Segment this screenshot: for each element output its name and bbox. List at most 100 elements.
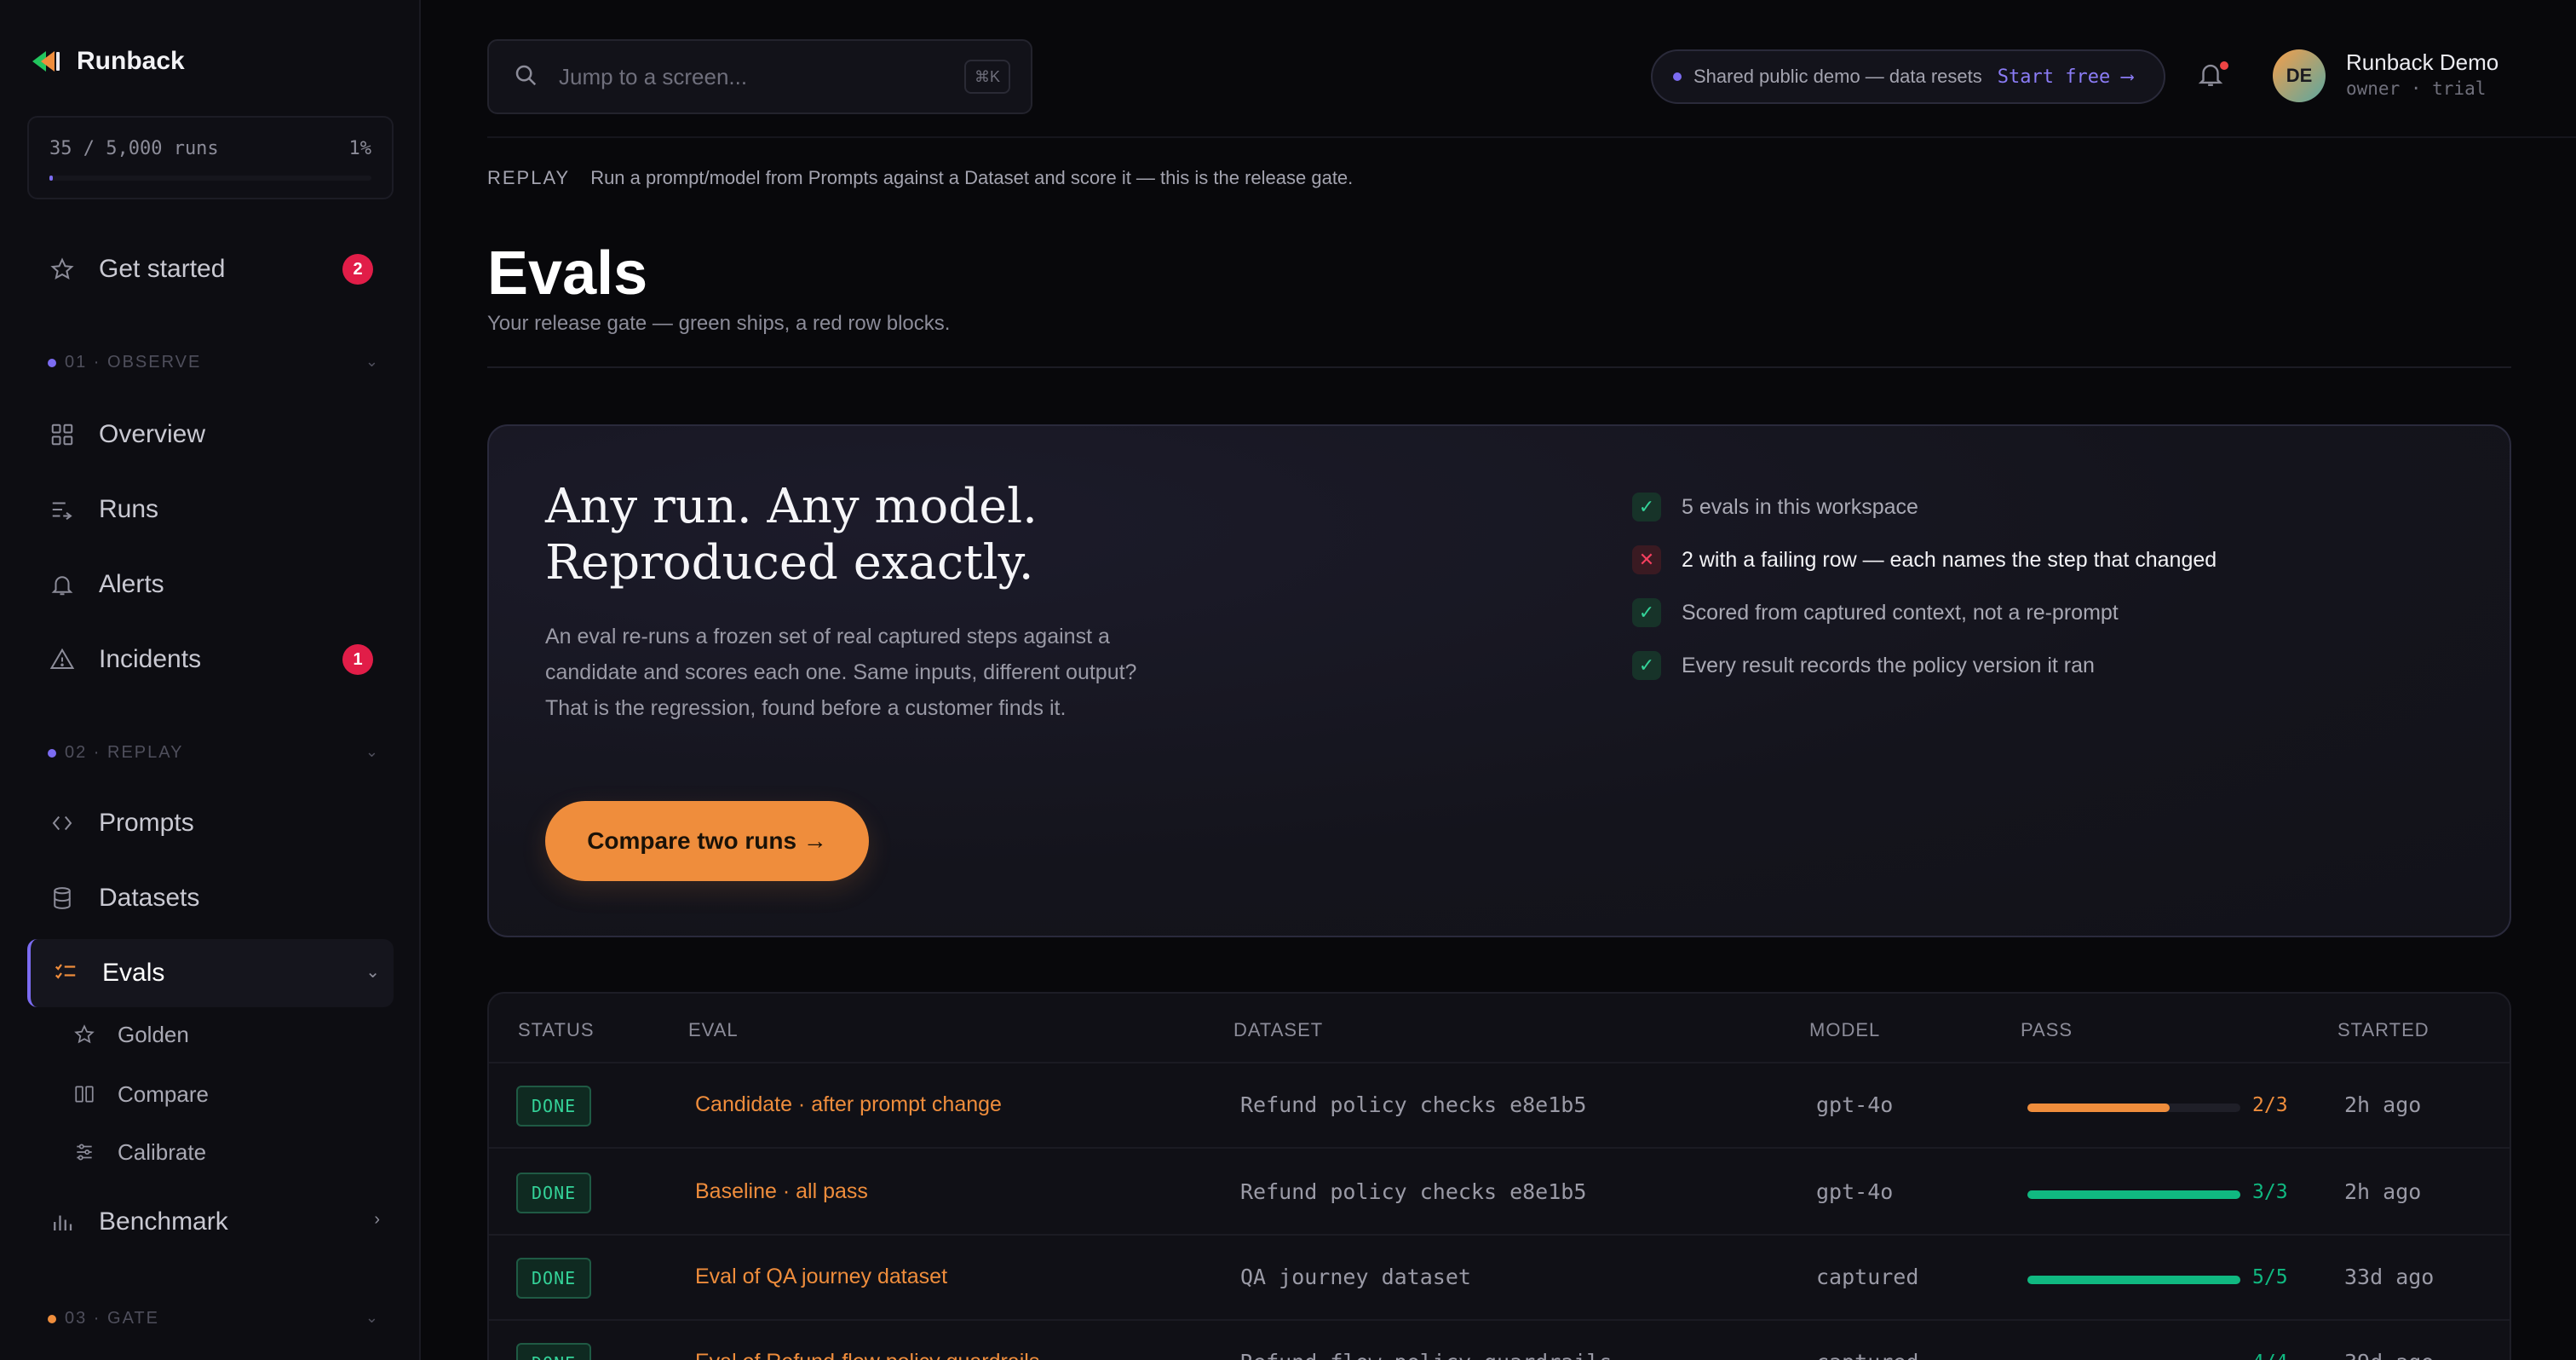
pass-count: 5/5	[2252, 1266, 2288, 1288]
sidebar-item-label: Runs	[99, 495, 159, 523]
sidebar-item-get-started[interactable]: Get started 2	[27, 235, 394, 303]
topbar-divider	[487, 136, 2576, 138]
list-arrow-icon	[48, 495, 77, 524]
keyboard-shortcut: ⌘K	[963, 60, 1010, 94]
checklist-text: 2 with a failing row — each names the st…	[1682, 547, 2217, 572]
chevron-down-icon: ⌄	[365, 353, 380, 370]
column-header-started[interactable]: STARTED	[2337, 1019, 2429, 1041]
checklist-item: ✓ Every result records the policy versio…	[1632, 639, 2217, 692]
dataset-name: Refund policy checks e8e1b5	[1240, 1092, 1587, 1117]
status-badge: DONE	[516, 1258, 592, 1299]
sidebar-item-incidents[interactable]: Incidents 1	[27, 625, 394, 694]
brand[interactable]: Runback	[29, 44, 185, 78]
sidebar-item-label: Evals	[102, 959, 165, 987]
grid-icon	[48, 420, 77, 449]
sidebar-item-datasets[interactable]: Datasets	[27, 864, 394, 932]
sidebar-subitem-calibrate[interactable]: Calibrate	[72, 1128, 206, 1176]
code-brackets-icon	[48, 809, 77, 838]
model-name: captured	[1816, 1350, 1918, 1360]
chevron-right-icon: ›	[374, 1210, 380, 1229]
started-time: 2h ago	[2344, 1179, 2422, 1204]
sidebar: Runback 35 / 5,000 runs 1% Get started 2…	[0, 0, 421, 1360]
hero-card: Any run. Any model. Reproduced exactly. …	[487, 424, 2511, 937]
table-row[interactable]: DONE Eval of Refund-flow policy guardrai…	[489, 1321, 2510, 1360]
sidebar-item-benchmark[interactable]: Benchmark ›	[27, 1188, 394, 1256]
section-dot	[48, 748, 56, 758]
pass-bar-fill	[2027, 1104, 2170, 1112]
notifications-button[interactable]	[2196, 60, 2230, 94]
unread-dot	[2220, 61, 2228, 70]
column-header-dataset[interactable]: DATASET	[1233, 1019, 1323, 1041]
feature-checklist: ✓ 5 evals in this workspace ✕ 2 with a f…	[1632, 481, 2217, 692]
sidebar-item-runs[interactable]: Runs	[27, 475, 394, 544]
section-header-gate[interactable]: 03 · GATE ⌄	[48, 1309, 380, 1328]
eval-name-link[interactable]: Eval of Refund-flow policy guardrails	[695, 1350, 1039, 1360]
bell-icon	[48, 570, 77, 599]
demo-notice: Shared public demo — data resets Start f…	[1651, 49, 2165, 104]
chevron-down-icon: ⌄	[365, 963, 380, 982]
dataset-name: Refund policy checks e8e1b5	[1240, 1179, 1587, 1204]
eval-name-link[interactable]: Eval of QA journey dataset	[695, 1265, 947, 1289]
column-header-eval[interactable]: EVAL	[688, 1019, 739, 1041]
checklist-text: Scored from captured context, not a re-p…	[1682, 600, 2119, 625]
usage-fill	[49, 176, 53, 181]
search-input[interactable]: Jump to a screen... ⌘K	[487, 39, 1032, 114]
breadcrumb-description: Run a prompt/model from Prompts against …	[590, 167, 1354, 188]
section-header-replay[interactable]: 02 · REPLAY ⌄	[48, 743, 380, 763]
table-row[interactable]: DONE Candidate · after prompt change Ref…	[489, 1063, 2510, 1149]
sidebar-item-prompts[interactable]: Prompts	[27, 789, 394, 857]
header-divider	[487, 366, 2511, 368]
pass-bar	[2027, 1104, 2240, 1112]
pass-bar	[2027, 1190, 2240, 1199]
sidebar-item-overview[interactable]: Overview	[27, 401, 394, 469]
usage-meter: 35 / 5,000 runs 1%	[27, 116, 394, 199]
sidebar-item-label: Benchmark	[99, 1207, 228, 1236]
compare-runs-button[interactable]: Compare two runs →	[545, 801, 869, 881]
column-header-status[interactable]: STATUS	[518, 1019, 595, 1041]
sidebar-subitem-compare[interactable]: Compare	[72, 1070, 209, 1118]
search-placeholder: Jump to a screen...	[559, 63, 748, 89]
hero-title-line: Reproduced exactly.	[545, 535, 1034, 591]
usage-label: 35 / 5,000 runs	[49, 138, 219, 159]
start-free-link[interactable]: Start free ⟶	[1998, 66, 2133, 88]
table-row[interactable]: DONE Baseline · all pass Refund policy c…	[489, 1150, 2510, 1236]
sidebar-item-label: Alerts	[99, 570, 164, 598]
sidebar-item-label: Incidents	[99, 645, 202, 673]
user-name[interactable]: Runback Demo	[2346, 49, 2498, 76]
columns-icon	[72, 1081, 97, 1107]
usage-track	[49, 176, 371, 181]
section-label: 02 · REPLAY	[65, 743, 184, 762]
sidebar-subitem-golden[interactable]: Golden	[72, 1011, 189, 1058]
table-row[interactable]: DONE Eval of QA journey dataset QA journ…	[489, 1236, 2510, 1321]
avatar[interactable]: DE	[2273, 49, 2326, 102]
started-time: 39d ago	[2344, 1350, 2434, 1360]
sidebar-item-evals[interactable]: Evals ⌄	[27, 939, 394, 1007]
hero-title: Any run. Any model. Reproduced exactly.	[545, 479, 1193, 591]
eval-name-link[interactable]: Baseline · all pass	[695, 1179, 868, 1204]
pass-bar-fill	[2027, 1190, 2240, 1199]
section-label: 01 · OBSERVE	[65, 353, 202, 372]
column-header-model[interactable]: MODEL	[1809, 1019, 1880, 1041]
column-header-pass[interactable]: PASS	[2021, 1019, 2073, 1041]
sidebar-item-alerts[interactable]: Alerts	[27, 550, 394, 619]
page-title: Evals	[487, 239, 648, 308]
dataset-name: QA journey dataset	[1240, 1265, 1471, 1289]
section-header-observe[interactable]: 01 · OBSERVE ⌄	[48, 353, 380, 372]
bar-chart-icon	[48, 1207, 77, 1236]
status-dot	[1673, 72, 1682, 81]
check-icon: ✓	[1632, 493, 1661, 522]
sidebar-item-label: Overview	[99, 420, 206, 448]
model-name: gpt-4o	[1816, 1092, 1894, 1117]
started-time: 33d ago	[2344, 1265, 2435, 1289]
star-icon	[48, 255, 77, 284]
status-badge: DONE	[516, 1086, 592, 1127]
pass-bar	[2027, 1276, 2240, 1284]
demo-notice-text: Shared public demo — data resets	[1693, 66, 1982, 87]
eval-name-link[interactable]: Candidate · after prompt change	[695, 1092, 1002, 1117]
pass-count: 3/3	[2252, 1181, 2288, 1203]
sidebar-subitem-label: Calibrate	[118, 1138, 207, 1165]
sidebar-item-label: Prompts	[99, 809, 194, 837]
started-time: 2h ago	[2344, 1092, 2422, 1117]
sidebar-subitem-label: Golden	[118, 1021, 189, 1047]
status-badge: DONE	[516, 1173, 592, 1213]
